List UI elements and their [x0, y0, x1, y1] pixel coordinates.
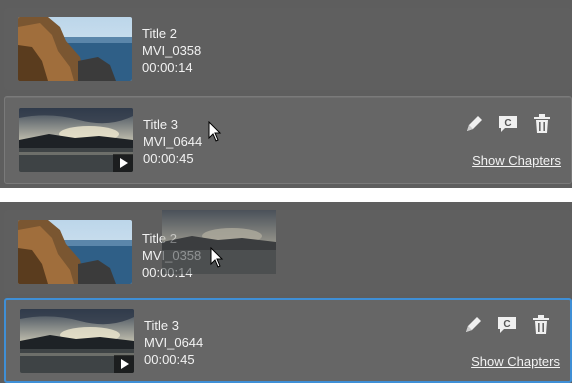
trash-icon: [534, 114, 550, 133]
clip-list-panel-after: Title 2 MVI_0358 00:00:14 Title 3 MVI_06…: [0, 202, 572, 383]
coastal-cliffs-image: [18, 17, 132, 81]
clip-filename: MVI_0644: [144, 335, 204, 350]
play-icon: [120, 158, 128, 168]
mouse-cursor-icon: [210, 247, 224, 268]
clip-filename: MVI_0644: [143, 134, 203, 149]
mouse-cursor-icon: [208, 121, 222, 142]
clip-duration: 00:00:45: [143, 151, 194, 166]
clip-item-title-2[interactable]: Title 2 MVI_0358 00:00:14: [4, 8, 572, 90]
edit-button[interactable]: [462, 314, 484, 336]
delete-button[interactable]: [530, 314, 552, 336]
chapter-icon: C: [498, 317, 516, 333]
pencil-icon: [467, 116, 482, 131]
clip-actions: C Show Chapters: [461, 113, 561, 173]
clip-filename: MVI_0358: [142, 43, 202, 58]
clip-thumbnail[interactable]: [19, 108, 133, 172]
clip-title: Title 3: [144, 318, 179, 333]
clip-item-title-2[interactable]: Title 2 MVI_0358 00:00:14: [4, 210, 572, 294]
clip-item-title-3[interactable]: Title 3 MVI_0644 00:00:45 C Show Chapter…: [4, 96, 572, 184]
pencil-icon: [466, 317, 481, 332]
clip-title: Title 2: [142, 26, 177, 41]
show-chapters-link[interactable]: Show Chapters: [471, 354, 560, 369]
clip-duration: 00:00:45: [144, 352, 195, 367]
play-button[interactable]: [113, 154, 133, 172]
show-chapters-link[interactable]: Show Chapters: [472, 153, 561, 168]
clip-duration: 00:00:14: [142, 60, 193, 75]
clip-actions: C Show Chapters: [460, 314, 560, 374]
delete-button[interactable]: [531, 113, 553, 135]
clip-item-title-3[interactable]: Title 3 MVI_0644 00:00:45 C Show Chapter…: [4, 298, 572, 383]
svg-text:C: C: [504, 118, 511, 129]
clip-list-panel-before: Title 2 MVI_0358 00:00:14 Title 3 MVI_06…: [0, 0, 572, 188]
chapter-icon: C: [499, 116, 517, 132]
play-button[interactable]: [114, 355, 134, 373]
chapter-button[interactable]: C: [497, 113, 519, 135]
edit-button[interactable]: [463, 113, 485, 135]
clip-meta: Title 3 MVI_0644 00:00:45: [144, 317, 203, 368]
svg-text:C: C: [503, 319, 510, 330]
coastal-cliffs-image: [18, 220, 132, 284]
clip-thumbnail[interactable]: [18, 220, 132, 284]
clip-thumbnail[interactable]: [18, 17, 132, 81]
chapter-button[interactable]: C: [496, 314, 518, 336]
play-icon: [121, 359, 129, 369]
clip-title: Title 3: [143, 117, 178, 132]
clip-meta: Title 2 MVI_0358 00:00:14: [142, 25, 201, 76]
clip-thumbnail[interactable]: [20, 309, 134, 373]
trash-icon: [533, 315, 549, 334]
clip-meta: Title 3 MVI_0644 00:00:45: [143, 116, 202, 167]
